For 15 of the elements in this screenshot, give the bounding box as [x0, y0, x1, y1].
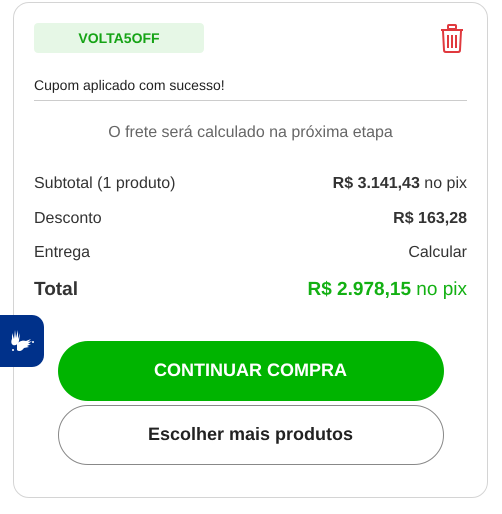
summary-label: Subtotal (1 produto)	[34, 174, 176, 194]
summary-value: R$ 163,28	[393, 208, 467, 229]
trash-icon[interactable]	[440, 24, 464, 53]
more-products-button[interactable]: Escolher mais produtos	[58, 404, 444, 464]
sign-language-button[interactable]	[0, 315, 44, 367]
summary-value: R$ 3.141,43 no pix	[332, 174, 467, 194]
total-label: Total	[34, 278, 78, 302]
success-message: Cupom aplicado com sucesso!	[34, 75, 467, 101]
hands-icon	[9, 328, 35, 354]
shipping-note: O frete será calculado na próxima etapa	[107, 123, 394, 143]
summary-label: Entrega	[34, 243, 90, 264]
summary-value: Calcular	[408, 243, 467, 264]
total-value: R$ 2.978,15 no pix	[307, 278, 467, 302]
coupon-code: VOLTA5OFF	[34, 23, 204, 53]
summary-label: Desconto	[34, 208, 102, 229]
